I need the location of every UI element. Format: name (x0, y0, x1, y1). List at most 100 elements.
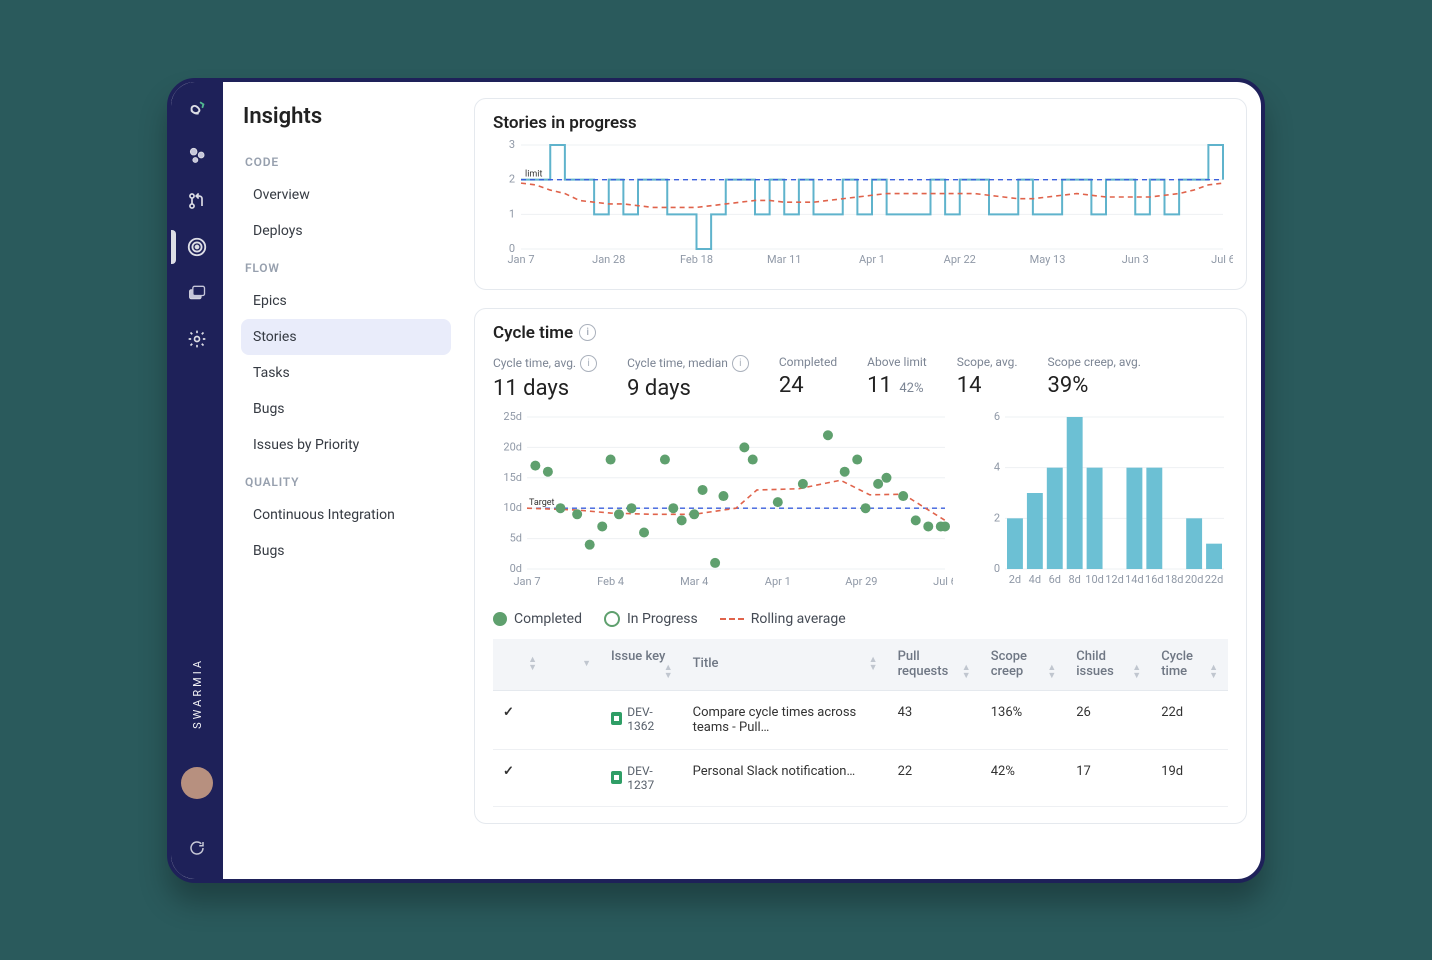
col-pr[interactable]: Pull requests▲▼ (888, 639, 981, 691)
metric-value-above-pct: 42% (899, 381, 923, 396)
svg-text:Mar 11: Mar 11 (767, 253, 801, 266)
sidebar-item-epics[interactable]: Epics (241, 283, 451, 319)
jira-story-icon (611, 771, 622, 784)
col-title[interactable]: Title▲▼ (683, 639, 888, 691)
metric-label-scope: Scope, avg. (957, 355, 1018, 369)
metric-value-completed: 24 (779, 373, 837, 398)
nav-cards-icon[interactable] (186, 282, 208, 304)
col-creep[interactable]: Scope creep▲▼ (981, 639, 1067, 691)
issues-table: ▲▼ ▼ Issue key▲▼ Title▲▼ Pull requests▲▼… (493, 639, 1228, 807)
col-cycle[interactable]: Cycle time▲▼ (1151, 639, 1228, 691)
svg-text:6d: 6d (1049, 573, 1061, 586)
table-row[interactable]: ✓ DEV-1362 Compare cycle times across te… (493, 690, 1228, 749)
row-issue-key[interactable]: DEV-1362 (611, 705, 673, 733)
stories-chart: 0123limitJan 7Jan 28Feb 18Mar 11Apr 1Apr… (493, 139, 1233, 269)
svg-text:10d: 10d (1085, 573, 1104, 586)
sidebar-item-priority[interactable]: Issues by Priority (241, 427, 451, 463)
logo-icon[interactable] (186, 98, 208, 120)
cycle-histogram-chart: 02462d4d6d8d10d12d14d16d18d20d22d (983, 411, 1228, 591)
svg-text:May 13: May 13 (1030, 253, 1066, 266)
info-icon[interactable]: i (732, 355, 749, 372)
sidebar-item-tasks[interactable]: Tasks (241, 355, 451, 391)
cycle-scatter-chart: 0d5d10d15d20d25dTargetJan 7Feb 4Mar 4Apr… (493, 411, 953, 591)
brand-label: SWARMIA (191, 658, 204, 729)
nav-settings-icon[interactable] (186, 328, 208, 350)
main: Stories in progress 0123limitJan 7Jan 28… (464, 82, 1261, 879)
metric-value-avg: 11 days (493, 376, 597, 401)
row-issue-key[interactable]: DEV-1237 (611, 764, 673, 792)
row-children: 17 (1066, 749, 1151, 806)
legend-dot-completed (493, 612, 507, 626)
metric-value-median: 9 days (627, 376, 749, 401)
nav-home-icon[interactable] (186, 144, 208, 166)
svg-text:0d: 0d (510, 562, 522, 575)
nav-refresh-icon[interactable] (186, 837, 208, 859)
sidebar-item-deploys[interactable]: Deploys (241, 213, 451, 249)
legend-label: Completed (514, 611, 582, 627)
nav-insights-icon[interactable] (186, 236, 208, 258)
svg-text:Feb 4: Feb 4 (597, 575, 624, 588)
svg-text:2: 2 (509, 172, 515, 185)
row-creep: 42% (981, 749, 1067, 806)
col-issuekey[interactable]: Issue key▲▼ (601, 639, 683, 691)
svg-text:10d: 10d (503, 501, 522, 514)
svg-text:3: 3 (509, 139, 515, 151)
col-status[interactable]: ▲▼ (493, 639, 547, 691)
app-window: SWARMIA Insights CODE Overview Deploys F… (167, 78, 1265, 883)
avatar[interactable] (181, 767, 213, 799)
svg-text:8d: 8d (1068, 573, 1080, 586)
svg-text:Apr 22: Apr 22 (944, 253, 976, 266)
row-status-icon: ✓ (493, 749, 547, 806)
metric-value-creep: 39% (1048, 373, 1141, 398)
svg-text:Jun 3: Jun 3 (1122, 253, 1149, 266)
page-title: Insights (243, 104, 451, 129)
legend-label: Rolling average (751, 611, 846, 627)
svg-text:16d: 16d (1145, 573, 1164, 586)
svg-text:Jul 6: Jul 6 (933, 575, 953, 588)
svg-text:4d: 4d (1029, 573, 1041, 586)
metric-value-scope: 14 (957, 373, 1018, 398)
metric-label-above: Above limit (867, 355, 927, 369)
svg-text:limit: limit (525, 169, 542, 179)
metric-label-completed: Completed (779, 355, 837, 369)
svg-text:2d: 2d (1009, 573, 1021, 586)
svg-text:Jul 6: Jul 6 (1211, 253, 1233, 266)
svg-text:Jan 7: Jan 7 (507, 253, 534, 266)
row-title: Personal Slack notification… (683, 749, 888, 806)
metric-value-above: 11 (867, 373, 892, 398)
row-cycle: 22d (1151, 690, 1228, 749)
sidebar-item-bugs[interactable]: Bugs (241, 391, 451, 427)
svg-text:22d: 22d (1205, 573, 1224, 586)
cycle-metrics: Cycle time, avg.i11 days Cycle time, med… (493, 355, 1228, 401)
svg-text:Feb 18: Feb 18 (680, 253, 713, 266)
info-icon[interactable]: i (579, 324, 596, 341)
legend-dot-inprogress (604, 611, 620, 627)
row-children: 26 (1066, 690, 1151, 749)
cycle-legend: Completed In Progress Rolling average (493, 611, 1228, 627)
table-row[interactable]: ✓ DEV-1237 Personal Slack notification… … (493, 749, 1228, 806)
jira-story-icon (611, 712, 622, 725)
svg-text:5d: 5d (510, 531, 522, 544)
row-pr: 43 (888, 690, 981, 749)
svg-text:20d: 20d (1185, 573, 1204, 586)
stories-card: Stories in progress 0123limitJan 7Jan 28… (474, 98, 1247, 290)
svg-text:6: 6 (994, 411, 1000, 423)
stories-card-title: Stories in progress (493, 113, 1228, 133)
svg-text:4: 4 (994, 460, 1000, 473)
sidebar-item-stories[interactable]: Stories (241, 319, 451, 355)
nav-pull-requests-icon[interactable] (186, 190, 208, 212)
info-icon[interactable]: i (580, 355, 597, 372)
svg-text:Target: Target (529, 498, 555, 508)
col-filter[interactable]: ▼ (547, 639, 601, 691)
sidebar-item-overview[interactable]: Overview (241, 177, 451, 213)
cycle-card: Cycle time i Cycle time, avg.i11 days Cy… (474, 308, 1247, 824)
row-creep: 136% (981, 690, 1067, 749)
legend-label: In Progress (627, 611, 698, 627)
sidebar-item-bugs2[interactable]: Bugs (241, 533, 451, 569)
col-children[interactable]: Child issues▲▼ (1066, 639, 1151, 691)
sidebar-item-ci[interactable]: Continuous Integration (241, 497, 451, 533)
svg-text:0: 0 (994, 562, 1000, 575)
svg-text:Apr 1: Apr 1 (859, 253, 885, 266)
svg-text:15d: 15d (503, 470, 522, 483)
sidebar-group-flow: FLOW (245, 261, 451, 275)
